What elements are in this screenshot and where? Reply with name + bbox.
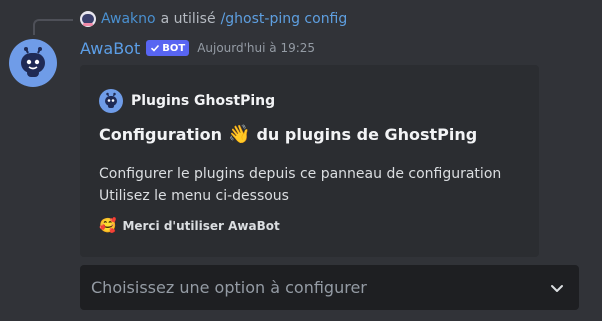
embed-title: Configuration 👋 du plugins de GhostPing	[99, 125, 477, 144]
waving-hand-icon: 👋	[228, 123, 251, 145]
message-timestamp: Aujourd'hui à 19:25	[197, 41, 316, 55]
embed-author-name: Plugins GhostPing	[131, 93, 276, 109]
bot-badge-label: BOT	[162, 42, 186, 54]
reply-action-text: a utilisé	[160, 11, 216, 27]
embed-author-icon	[99, 89, 123, 113]
embed-description: Configurer le plugins depuis ce panneau …	[99, 163, 501, 207]
embed-card: Plugins GhostPing Configuration 👋 du plu…	[80, 65, 539, 257]
embed-description-line: Utilisez le menu ci-dessous	[99, 188, 289, 204]
chevron-down-icon	[551, 284, 563, 292]
reply-username[interactable]: Awakno	[101, 11, 156, 27]
embed-title-prefix: Configuration	[99, 125, 223, 144]
bot-username[interactable]: AwaBot	[80, 39, 140, 58]
embed-author: Plugins GhostPing	[99, 89, 275, 113]
bot-badge: BOT	[146, 40, 190, 56]
option-select-menu[interactable]: Choisissez une option à configurer	[80, 265, 579, 310]
embed-footer-text: Merci d'utiliser AwaBot	[122, 219, 280, 233]
reply-user-avatar[interactable]	[80, 11, 96, 27]
message-header: AwaBot BOT Aujourd'hui à 19:25	[80, 37, 315, 59]
smiling-face-hearts-icon: 🥰	[99, 218, 117, 234]
select-placeholder: Choisissez une option à configurer	[91, 278, 367, 297]
bot-avatar[interactable]	[9, 39, 57, 87]
embed-footer: 🥰 Merci d'utiliser AwaBot	[99, 218, 280, 234]
robot-icon	[21, 47, 45, 77]
embed-title-suffix: du plugins de GhostPing	[256, 125, 478, 144]
embed-description-line: Configurer le plugins depuis ce panneau …	[99, 166, 502, 182]
reply-command[interactable]: /ghost-ping config	[221, 11, 348, 27]
robot-icon	[105, 92, 117, 108]
reply-connector	[33, 19, 73, 35]
verified-check-icon	[151, 44, 160, 52]
reply-reference[interactable]: Awakno a utilisé /ghost-ping config	[80, 9, 347, 29]
